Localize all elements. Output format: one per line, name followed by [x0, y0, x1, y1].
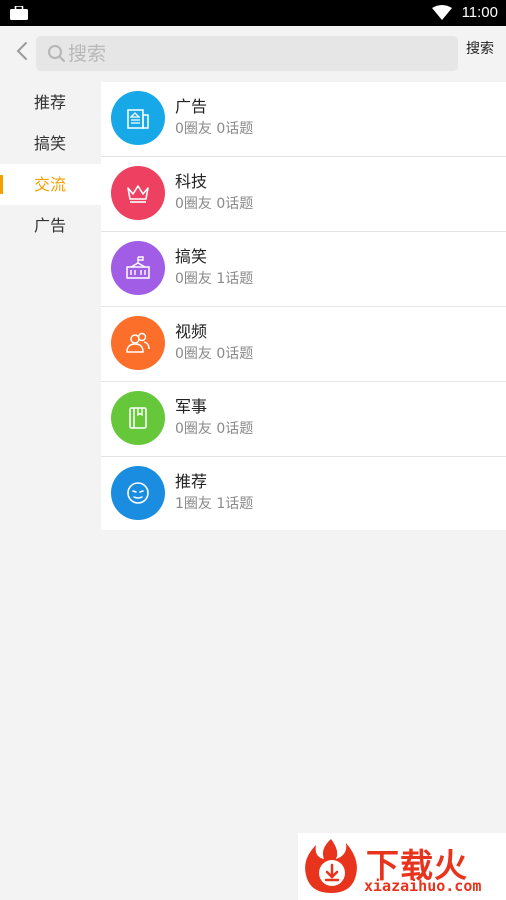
group-name: 科技 — [175, 172, 208, 191]
group-stats: 0圈友 0话题 — [175, 346, 254, 362]
group-name: 推荐 — [175, 472, 208, 491]
group-name: 搞笑 — [175, 247, 208, 266]
group-stats: 1圈友 1话题 — [175, 496, 254, 512]
group-avatar — [111, 391, 165, 445]
category-sidebar: 推荐 搞笑 交流 广告 — [0, 82, 101, 246]
sidebar-item-ads[interactable]: 广告 — [0, 205, 101, 246]
list-item[interactable]: 视频 0圈友 0话题 — [101, 307, 506, 382]
face-icon — [127, 482, 149, 504]
watermark-logo: 下载火 xiazaihuo.com — [298, 833, 506, 900]
group-name: 广告 — [175, 97, 208, 116]
flame-logo-icon — [305, 839, 357, 893]
group-avatar — [111, 91, 165, 145]
sidebar-item-label: 交流 — [34, 175, 67, 194]
sidebar-item-exchange[interactable]: 交流 — [0, 164, 101, 205]
newspaper-icon — [127, 109, 149, 129]
search-button[interactable]: 搜索 — [466, 38, 494, 58]
people-icon — [126, 332, 150, 353]
chevron-left-icon[interactable] — [12, 38, 32, 64]
group-avatar — [111, 316, 165, 370]
search-header: 搜索 — [0, 26, 506, 82]
list-item[interactable]: 军事 0圈友 0话题 — [101, 382, 506, 457]
group-name: 视频 — [175, 322, 208, 341]
group-avatar — [111, 466, 165, 520]
wifi-icon — [432, 5, 452, 20]
status-time: 11:00 — [461, 4, 498, 21]
list-item[interactable]: 推荐 1圈友 1话题 — [101, 457, 506, 530]
sidebar-item-funny[interactable]: 搞笑 — [0, 123, 101, 164]
group-stats: 0圈友 0话题 — [175, 196, 254, 212]
group-stats: 0圈友 0话题 — [175, 421, 254, 437]
crown-icon — [127, 185, 149, 203]
list-item[interactable]: 搞笑 0圈友 1话题 — [101, 232, 506, 307]
watermark-url: xiazaihuo.com — [364, 877, 482, 895]
list-item[interactable]: 科技 0圈友 0话题 — [101, 157, 506, 232]
briefcase-icon — [10, 6, 28, 20]
group-avatar — [111, 241, 165, 295]
search-icon — [48, 45, 65, 62]
search-box[interactable] — [36, 36, 458, 71]
sidebar-item-label: 搞笑 — [34, 134, 67, 153]
group-stats: 0圈友 1话题 — [175, 271, 254, 287]
sidebar-item-label: 推荐 — [34, 93, 67, 112]
list-item[interactable]: 广告 0圈友 0话题 — [101, 82, 506, 157]
group-avatar — [111, 166, 165, 220]
sidebar-item-label: 广告 — [34, 216, 67, 235]
sidebar-item-recommend[interactable]: 推荐 — [0, 82, 101, 123]
group-list: 广告 0圈友 0话题 科技 0圈友 0话题 搞笑 0圈友 1话题 视频 0圈友 … — [101, 82, 506, 530]
group-name: 军事 — [175, 397, 208, 416]
search-input[interactable] — [68, 36, 448, 71]
status-bar: 11:00 — [0, 0, 506, 26]
group-stats: 0圈友 0话题 — [175, 121, 254, 137]
school-icon — [126, 256, 150, 279]
book-icon — [129, 407, 147, 429]
